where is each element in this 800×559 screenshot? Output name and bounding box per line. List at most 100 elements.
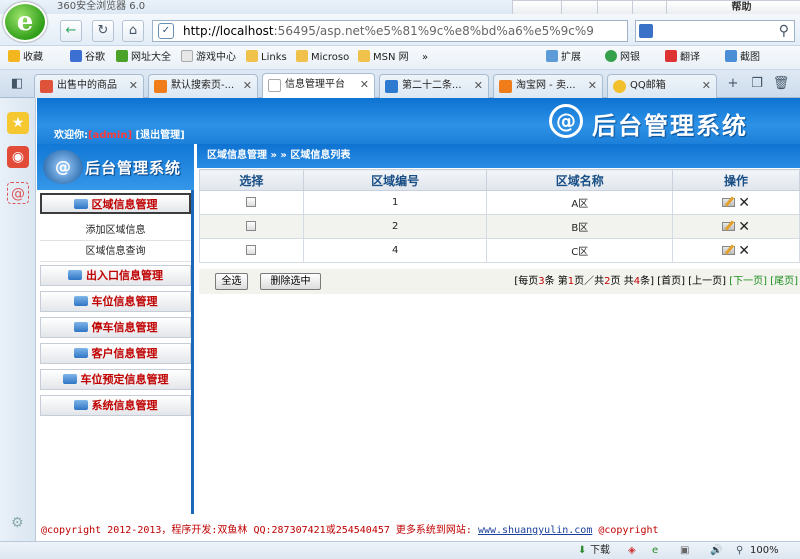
- edit-icon[interactable]: [722, 222, 736, 231]
- zoom-level[interactable]: 100%: [750, 544, 779, 558]
- settings-gear-icon[interactable]: ⚙: [11, 515, 24, 531]
- tab-search[interactable]: 默认搜索页-... ✕: [148, 74, 258, 98]
- col-actions: 操作: [672, 169, 800, 191]
- menu-system-info[interactable]: 系统信息管理: [40, 395, 191, 416]
- window-title: 360安全浏览器 6.0: [57, 1, 146, 12]
- address-bar[interactable]: ✓ http://localhost:56495/asp.net%e5%81%9…: [152, 20, 628, 42]
- delete-selected-button[interactable]: 删除选中: [260, 273, 321, 290]
- close-icon[interactable]: ✕: [360, 74, 369, 96]
- tab-article[interactable]: 第二十二条... ✕: [379, 74, 489, 98]
- tab-favicon-icon: [154, 80, 167, 93]
- home-icon[interactable]: ⌂: [122, 20, 144, 42]
- breadcrumb: 区域信息管理 » » 区域信息列表: [197, 144, 800, 168]
- menu-icon: [68, 270, 82, 280]
- weibo-icon[interactable]: ◉: [7, 146, 29, 168]
- tab-admin-platform[interactable]: 信息管理平台 ✕: [262, 73, 375, 99]
- prev-page-link[interactable]: [上一页]: [688, 276, 726, 287]
- toolbar-translate[interactable]: 翻译: [665, 50, 700, 66]
- next-page-link[interactable]: [下一页]: [729, 276, 767, 287]
- bookmark-favorites[interactable]: 收藏: [8, 50, 43, 66]
- translate-icon: [665, 50, 677, 62]
- toolbar-screenshot[interactable]: 截图: [725, 50, 760, 66]
- menu-customer-info[interactable]: 客户信息管理: [40, 343, 191, 364]
- bookmark-sites[interactable]: 网址大全: [116, 50, 171, 66]
- bookmark-msn[interactable]: MSN 网: [358, 50, 409, 66]
- row-checkbox[interactable]: [246, 221, 257, 231]
- area-table: 选择 区域编号 区域名称 操作 1 A区 ✕ 2 B区 ✕ 4 C区 ✕: [199, 169, 800, 263]
- menu-reservation-info[interactable]: 车位预定信息管理: [40, 369, 191, 390]
- search-input[interactable]: ⚲: [635, 20, 795, 42]
- tab-taobao[interactable]: 淘宝网 - 卖... ✕: [493, 74, 603, 98]
- menu-entrance-info[interactable]: 出入口信息管理: [40, 265, 191, 286]
- area-name-cell: A区: [486, 190, 674, 215]
- menu-icon: [73, 322, 88, 332]
- refresh-icon[interactable]: ↻: [92, 20, 114, 42]
- delete-icon[interactable]: ✕: [738, 220, 750, 234]
- download-icon[interactable]: ⬇: [578, 544, 586, 558]
- tab-products[interactable]: 出售中的商品 ✕: [34, 74, 144, 98]
- menu-parking-info[interactable]: 停车信息管理: [40, 317, 191, 338]
- bookmark-games[interactable]: 游戏中心: [181, 50, 236, 66]
- browser-logo-icon[interactable]: e: [3, 2, 47, 42]
- menu-icon: [73, 348, 88, 358]
- edit-icon[interactable]: [722, 246, 736, 255]
- close-icon[interactable]: ✕: [129, 75, 138, 97]
- address-host: http://localhost: [183, 24, 274, 38]
- speaker-icon[interactable]: 🔊: [710, 544, 722, 558]
- row-select-cell: [199, 238, 304, 263]
- google-icon: [70, 50, 82, 62]
- delete-icon[interactable]: ✕: [738, 196, 750, 210]
- restore-tab-icon[interactable]: ❐: [748, 75, 766, 93]
- toolbar-bank[interactable]: 网银: [605, 50, 640, 66]
- col-area-name: 区域名称: [486, 169, 674, 191]
- sub-add-area[interactable]: 添加区域信息: [40, 221, 191, 241]
- zoom-icon[interactable]: ⚲: [736, 544, 743, 558]
- table-row: 1 A区 ✕: [199, 190, 800, 215]
- search-engine-icon[interactable]: [639, 24, 653, 38]
- row-checkbox[interactable]: [246, 245, 257, 255]
- tab-qqmail[interactable]: QQ邮箱 ✕: [607, 74, 717, 98]
- close-icon[interactable]: ✕: [243, 75, 252, 97]
- area-id-cell: 2: [302, 214, 488, 239]
- new-tab-icon[interactable]: +: [724, 75, 742, 93]
- menu-area-info[interactable]: 区域信息管理: [40, 193, 191, 214]
- sidebar-header: @ 后台管理系统: [37, 144, 194, 190]
- menu-icon: [73, 296, 88, 306]
- bookmarks-bar: 收藏 谷歌 网址大全 游戏中心 Links Microso MSN 网 » 扩展…: [0, 46, 800, 70]
- at-icon[interactable]: @: [7, 182, 29, 204]
- security-icon[interactable]: ◈: [628, 544, 636, 558]
- logo-at-icon: @: [549, 104, 583, 138]
- toolbar-extensions[interactable]: 扩展: [546, 50, 581, 66]
- back-arrow-icon[interactable]: ←: [60, 20, 82, 42]
- sub-query-area[interactable]: 区域信息查询: [40, 242, 191, 262]
- star-icon[interactable]: ★: [7, 112, 29, 134]
- ie-icon[interactable]: e: [652, 544, 658, 558]
- last-page-link[interactable]: [尾页]: [770, 276, 798, 287]
- close-icon[interactable]: ✕: [588, 75, 597, 97]
- logout-link[interactable]: [退出管理]: [136, 130, 185, 141]
- bookmark-more[interactable]: »: [422, 50, 428, 66]
- banner-title: 后台管理系统: [592, 112, 748, 140]
- menu-parking-space[interactable]: 车位信息管理: [40, 291, 191, 312]
- page-banner: 欢迎你:[admin] [退出管理] @ 后台管理系统: [37, 98, 800, 144]
- bookmark-microsoft[interactable]: Microso: [296, 50, 349, 66]
- bookmark-google[interactable]: 谷歌: [70, 50, 105, 66]
- first-page-link[interactable]: [首页]: [657, 276, 685, 287]
- page-icon: [181, 50, 193, 62]
- delete-icon[interactable]: ✕: [738, 244, 750, 258]
- close-icon[interactable]: ✕: [474, 75, 483, 97]
- select-all-button[interactable]: 全选: [215, 273, 248, 290]
- actions-cell: ✕: [672, 190, 800, 215]
- search-icon[interactable]: ⚲: [779, 21, 789, 41]
- edit-icon[interactable]: [722, 198, 736, 207]
- bookmark-links[interactable]: Links: [246, 50, 287, 66]
- website-link[interactable]: www.shuangyulin.com: [478, 525, 592, 536]
- trash-icon[interactable]: 🗑: [772, 75, 790, 93]
- close-icon[interactable]: ✕: [702, 75, 711, 97]
- sidebar-toggle-icon[interactable]: ◧: [8, 75, 26, 93]
- download-label[interactable]: 下载: [590, 544, 610, 558]
- row-checkbox[interactable]: [246, 197, 257, 207]
- shield-icon: [605, 50, 617, 62]
- tab-favicon-icon: [268, 79, 281, 92]
- window-icon[interactable]: ▣: [680, 544, 689, 558]
